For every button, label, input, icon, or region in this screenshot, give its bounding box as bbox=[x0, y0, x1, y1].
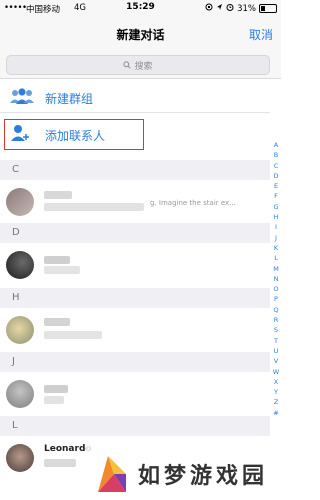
index-letter[interactable]: D bbox=[272, 171, 280, 181]
index-letter[interactable]: C bbox=[272, 161, 280, 171]
contact-row[interactable] bbox=[0, 373, 270, 415]
contact-row[interactable] bbox=[0, 244, 270, 286]
contact-preview-blur bbox=[44, 396, 64, 404]
status-right: 31% bbox=[205, 3, 277, 14]
index-letter[interactable]: Z bbox=[272, 397, 280, 407]
page-title: 新建对话 bbox=[116, 28, 165, 42]
search-icon bbox=[123, 61, 132, 69]
contact-name-blur bbox=[44, 318, 70, 326]
section-header-j: J bbox=[0, 352, 270, 372]
cancel-button[interactable]: 取消 bbox=[249, 26, 273, 43]
index-letter[interactable]: X bbox=[272, 377, 280, 387]
highlight-box bbox=[4, 119, 144, 150]
avatar bbox=[6, 444, 34, 472]
index-letter[interactable]: N bbox=[272, 274, 280, 284]
index-letter[interactable]: T bbox=[272, 336, 280, 346]
index-letter[interactable]: P bbox=[272, 294, 280, 304]
index-letter[interactable]: Y bbox=[272, 387, 280, 397]
new-group-label: 新建群组 bbox=[45, 91, 94, 106]
index-letter[interactable]: U bbox=[272, 346, 280, 356]
contact-preview-blur bbox=[44, 331, 102, 339]
section-header-l: L bbox=[0, 416, 270, 436]
index-letter[interactable]: B bbox=[272, 150, 280, 160]
alarm-icon bbox=[226, 3, 234, 14]
group-icon bbox=[9, 87, 35, 109]
index-letter[interactable]: I bbox=[272, 222, 280, 232]
index-letter[interactable]: E bbox=[272, 181, 280, 191]
contact-preview-blur bbox=[44, 203, 144, 211]
contact-name-blur bbox=[44, 191, 72, 199]
lock-rotation-icon bbox=[205, 3, 213, 14]
section-header-d: D bbox=[0, 223, 270, 243]
status-bar: ••••• 中国移动 4G 15:29 31% bbox=[0, 0, 281, 16]
new-group-row[interactable]: 新建群组 bbox=[0, 84, 270, 113]
index-letter[interactable]: A bbox=[272, 140, 280, 150]
nav-bar: 新建对话 取消 bbox=[0, 16, 281, 52]
search-input[interactable]: 搜索 bbox=[6, 55, 270, 75]
index-letter[interactable]: K bbox=[272, 243, 280, 253]
watermark: 如梦游戏园 bbox=[86, 446, 281, 500]
index-letter[interactable]: H bbox=[272, 212, 280, 222]
contact-row[interactable]: g. Imagine the stair ex... bbox=[0, 181, 270, 223]
contact-name-blur bbox=[44, 385, 68, 393]
contact-preview-blur bbox=[44, 459, 76, 467]
battery-percent: 31% bbox=[237, 3, 256, 14]
index-letter[interactable]: L bbox=[272, 253, 280, 263]
index-letter[interactable]: J bbox=[272, 233, 280, 243]
index-letter[interactable]: W bbox=[272, 367, 280, 377]
index-letter[interactable]: V bbox=[272, 356, 280, 366]
index-letter[interactable]: R bbox=[272, 315, 280, 325]
watermark-logo-icon bbox=[92, 452, 132, 498]
contact-preview-blur bbox=[44, 266, 80, 274]
index-letter[interactable]: M bbox=[272, 264, 280, 274]
avatar bbox=[6, 251, 34, 279]
contact-name-blur bbox=[44, 256, 70, 264]
contact-name: Leonardo bbox=[44, 444, 92, 454]
search-placeholder: 搜索 bbox=[134, 61, 153, 72]
alphabet-index[interactable]: A B C D E F G H I J K L M N O P Q R S T U V W X Y Z # bbox=[272, 140, 280, 418]
avatar bbox=[6, 380, 34, 408]
index-letter[interactable]: S bbox=[272, 325, 280, 335]
index-letter[interactable]: Q bbox=[272, 305, 280, 315]
section-header-h: H bbox=[0, 288, 270, 308]
contact-row[interactable] bbox=[0, 309, 270, 351]
index-letter[interactable]: F bbox=[272, 191, 280, 201]
index-letter[interactable]: O bbox=[272, 284, 280, 294]
avatar bbox=[6, 188, 34, 216]
watermark-text: 如梦游戏园 bbox=[138, 463, 269, 489]
search-bar: 搜索 bbox=[0, 52, 281, 79]
section-header-c: C bbox=[0, 160, 270, 180]
battery-icon bbox=[259, 4, 277, 13]
location-icon bbox=[216, 3, 223, 14]
contact-preview: g. Imagine the stair ex... bbox=[150, 199, 236, 207]
avatar bbox=[6, 316, 34, 344]
index-letter[interactable]: # bbox=[272, 408, 280, 418]
index-letter[interactable]: G bbox=[272, 202, 280, 212]
